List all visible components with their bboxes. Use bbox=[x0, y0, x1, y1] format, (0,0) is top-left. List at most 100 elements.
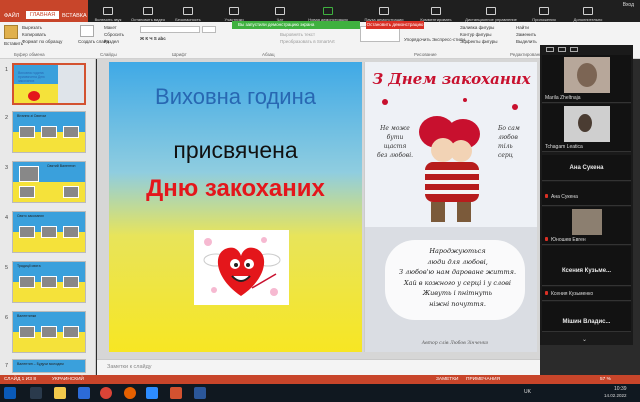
zoom-level[interactable]: 57 % bbox=[600, 377, 611, 382]
tab-file[interactable]: ФАЙЛ bbox=[4, 13, 19, 19]
shape-outline-button[interactable]: Контур фигуры bbox=[460, 32, 491, 37]
slide-title-line-3[interactable]: Дню закоханих bbox=[109, 175, 362, 203]
cut-button[interactable]: Вырезать bbox=[22, 25, 42, 30]
participant-tile[interactable]: Ксения Кузьменко bbox=[542, 287, 631, 301]
verse-right: Бо сам любов тіль серц bbox=[498, 124, 537, 160]
tray-time[interactable]: 10:39 bbox=[614, 386, 627, 392]
copy-button[interactable]: Копировать bbox=[22, 32, 46, 37]
thumb-card bbox=[58, 65, 84, 103]
firefox-icon[interactable] bbox=[124, 387, 136, 399]
start-icon[interactable] bbox=[4, 387, 16, 399]
shield-icon bbox=[183, 7, 193, 15]
thumb-text: Вітання зі Святом bbox=[17, 114, 46, 118]
section-button[interactable]: Раздел bbox=[104, 39, 119, 44]
language-indicator[interactable]: УКРАИНСКИЙ bbox=[52, 377, 84, 382]
tab-home[interactable]: ГЛАВНАЯ bbox=[26, 11, 60, 19]
tray-date[interactable]: 14.02.2022 bbox=[604, 393, 627, 398]
greeting-card-image[interactable]: З Днем закоханих Не може бути щастя без … bbox=[364, 62, 537, 352]
slide-thumbnail-1[interactable]: Виховна година присвячена Дню закоханих bbox=[12, 63, 86, 105]
select-button[interactable]: Выделить bbox=[516, 39, 537, 44]
paste-button[interactable]: Вставить bbox=[4, 41, 23, 46]
stop-share-button[interactable]: Остановить демонстрацию bbox=[366, 21, 424, 29]
participant-tile[interactable]: Юношев Евген bbox=[542, 207, 631, 245]
shape-fill-button[interactable]: Заливка фигуры bbox=[460, 25, 494, 30]
participant-tile[interactable]: Ана Сукена bbox=[542, 155, 631, 181]
slide-thumbnail-6[interactable]: Валентинки bbox=[12, 311, 86, 353]
participant-tile[interactable]: Мішин Владис... bbox=[542, 302, 631, 332]
participant-tile[interactable]: Marila Zheltnaja bbox=[542, 55, 631, 103]
word-icon[interactable] bbox=[194, 387, 206, 399]
slide-thumbnail-3[interactable]: Святий Валентин bbox=[12, 161, 86, 203]
slide-thumbnail-5[interactable]: Традиції свята bbox=[12, 261, 86, 303]
heart-cupid-image[interactable] bbox=[194, 230, 289, 305]
panel-minimize-icon[interactable] bbox=[570, 47, 578, 52]
replace-button[interactable]: Заменить bbox=[516, 32, 536, 37]
reset-button[interactable]: Сбросить bbox=[104, 32, 124, 37]
verse-line: Народжуються bbox=[429, 247, 486, 255]
bold-icon[interactable]: Ж К Ч S abc bbox=[140, 36, 166, 41]
thumb-photo bbox=[19, 276, 35, 288]
verse-line: любов bbox=[498, 134, 518, 141]
muted-mic-icon bbox=[545, 237, 548, 241]
edge-icon[interactable] bbox=[78, 387, 90, 399]
font-size-dropdown[interactable] bbox=[202, 26, 216, 33]
verse-line: З любов'ю нам дароване життя. bbox=[398, 268, 517, 276]
participant-tile[interactable]: Tchagam Leatica bbox=[542, 104, 631, 152]
thumb-text: Валентинки bbox=[17, 314, 37, 318]
thumb-photo bbox=[63, 226, 79, 238]
participant-name: Ана Сукена bbox=[551, 194, 578, 200]
slide-editor[interactable]: Виховна година присвячена Дню закоханих … bbox=[97, 59, 540, 359]
participant-name: Ксения Кузьме... bbox=[561, 268, 612, 274]
slide-title-line-2[interactable]: присвячена bbox=[109, 137, 362, 164]
windows-taskbar: UK 10:39 14.02.2022 bbox=[0, 384, 640, 402]
unmute-button[interactable]: Включить звук bbox=[88, 0, 128, 24]
current-slide[interactable]: Виховна година присвячена Дню закоханих … bbox=[109, 62, 537, 352]
notes-toggle[interactable]: ЗАМЕТКИ bbox=[436, 377, 458, 382]
slide-title-line-1[interactable]: Виховна година bbox=[109, 84, 362, 110]
apps-button[interactable]: Приложения bbox=[522, 0, 566, 24]
zoom-app-icon[interactable] bbox=[146, 387, 158, 399]
paste-icon[interactable] bbox=[4, 25, 18, 39]
thumb-text: Валентин – Будучи молодим bbox=[17, 362, 64, 366]
participant-video bbox=[564, 106, 610, 142]
tray-language[interactable]: UK bbox=[524, 389, 531, 395]
folder-icon[interactable] bbox=[54, 387, 66, 399]
shape-effects-button[interactable]: Эффекты фигуры bbox=[460, 39, 498, 44]
arrange-button[interactable]: Упорядочить bbox=[404, 37, 431, 42]
slide-notes-field[interactable]: Заметки к слайду bbox=[97, 359, 540, 375]
chrome-icon[interactable] bbox=[100, 387, 112, 399]
tab-insert[interactable]: ВСТАВКА bbox=[62, 13, 87, 19]
layout-button[interactable]: Макет bbox=[104, 25, 117, 30]
convert-smartart-button[interactable]: Преобразовать в SmartArt bbox=[280, 39, 335, 44]
remote-control-button[interactable]: Дистанционное управление bbox=[460, 0, 522, 24]
participant-video bbox=[564, 57, 610, 93]
new-slide-icon[interactable] bbox=[80, 25, 94, 37]
align-text-button[interactable]: Выровнять текст bbox=[280, 32, 315, 37]
slide-counter: СЛАЙД 1 ИЗ 8 bbox=[4, 377, 37, 382]
find-button[interactable]: Найти bbox=[516, 25, 529, 30]
view-toggle-icon[interactable] bbox=[546, 47, 554, 52]
format-painter-button[interactable]: Формат по образцу bbox=[22, 39, 62, 44]
thumb-text: Традиції свята bbox=[17, 264, 41, 268]
chevron-down-icon[interactable]: ⌄ bbox=[582, 336, 587, 343]
slide-thumbnail-7[interactable]: Валентин – Будучи молодим bbox=[12, 359, 86, 373]
thumb-photo bbox=[19, 186, 35, 198]
mouse-pointer-icon bbox=[486, 7, 496, 15]
more-button[interactable]: Дополнительно bbox=[566, 0, 610, 24]
comments-toggle[interactable]: ПРИМЕЧАНИЯ bbox=[466, 377, 500, 382]
slide-thumbnail-2[interactable]: Вітання зі Святом bbox=[12, 111, 86, 153]
microphone-icon bbox=[103, 7, 113, 15]
search-icon[interactable] bbox=[30, 387, 42, 399]
font-name-dropdown[interactable] bbox=[140, 26, 200, 33]
grid-view-icon[interactable] bbox=[558, 47, 566, 52]
verse-line: Хай в кожного у серці і у слові bbox=[404, 278, 511, 287]
slide-thumbnail-4[interactable]: Свято закоханих bbox=[12, 211, 86, 253]
thumb-photo bbox=[63, 186, 79, 198]
verse-line: серц bbox=[498, 152, 513, 159]
participant-tile[interactable]: Ана Сукена bbox=[542, 182, 631, 206]
powerpoint-icon[interactable] bbox=[170, 387, 182, 399]
security-button[interactable]: Безопасность bbox=[168, 0, 208, 24]
sign-in-link[interactable]: Вход bbox=[623, 2, 634, 8]
participant-tile[interactable]: Ксения Кузьме... bbox=[542, 246, 631, 286]
stop-video-button[interactable]: Остановить видео bbox=[128, 0, 168, 24]
